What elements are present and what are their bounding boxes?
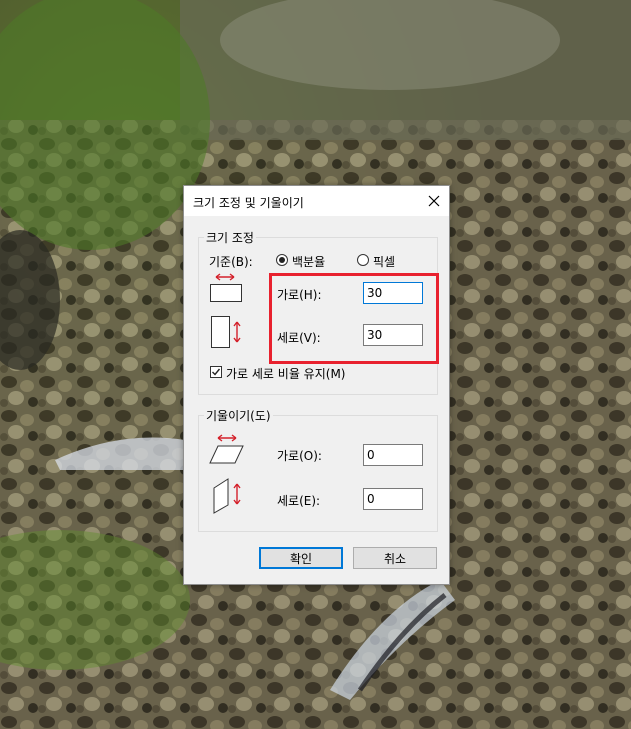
skew-vertical-icon — [213, 478, 241, 514]
keep-ratio-label[interactable]: 가로 세로 비율 유지(M) — [226, 365, 345, 382]
close-icon — [428, 195, 440, 207]
checkmark-icon — [212, 368, 221, 376]
skew-vertical-input[interactable] — [363, 488, 423, 510]
dialog-title: 크기 조정 및 기울이기 — [193, 196, 304, 210]
ok-button[interactable]: 확인 — [259, 547, 343, 569]
radio-percent-label[interactable]: 백분율 — [292, 253, 325, 270]
highlight-box — [269, 273, 439, 364]
skew-horizontal-label: 가로(O): — [277, 449, 322, 463]
skew-horizontal-icon — [209, 434, 244, 464]
skew-group-label: 기울이기(도) — [204, 407, 273, 424]
radio-pixel[interactable] — [357, 254, 369, 266]
resize-horizontal-icon — [210, 273, 242, 302]
skew-vertical-label: 세로(E): — [277, 494, 321, 508]
cancel-button[interactable]: 취소 — [353, 547, 437, 569]
basis-label: 기준(B): — [209, 255, 253, 269]
radio-percent[interactable] — [276, 254, 288, 266]
skew-horizontal-input[interactable] — [363, 444, 423, 466]
keep-ratio-checkbox[interactable] — [210, 366, 222, 378]
resize-group-label: 크기 조정 — [204, 229, 256, 246]
radio-pixel-label[interactable]: 픽셀 — [373, 253, 395, 270]
resize-skew-dialog: 크기 조정 및 기울이기 크기 조정 기준(B): 백분율 픽셀 가로(H): … — [183, 185, 450, 585]
resize-vertical-icon — [211, 316, 241, 348]
title-bar: 크기 조정 및 기울이기 — [184, 186, 449, 216]
close-button[interactable] — [419, 186, 449, 216]
